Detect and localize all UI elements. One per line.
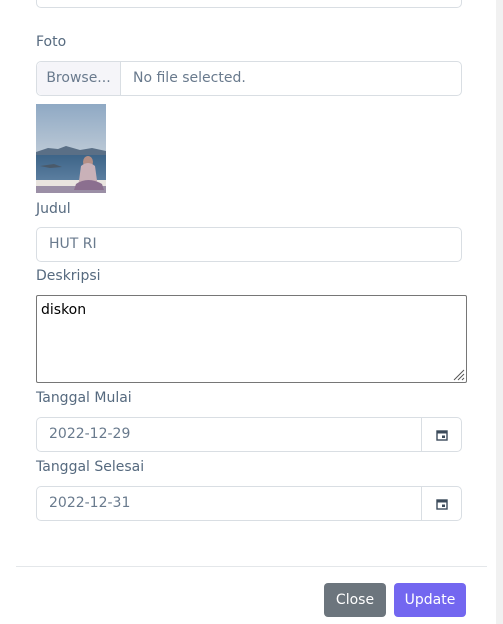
tanggal-selesai-input[interactable]: 2022-12-31 [36,486,462,521]
deskripsi-text: diskon [41,302,87,318]
modal-footer-divider [16,566,487,567]
previous-input-edge[interactable] [36,0,462,8]
judul-input[interactable]: HUT RI [36,227,462,262]
foto-file-input[interactable]: Browse... No file selected. [36,61,462,96]
foto-preview [36,104,106,193]
tanggal-mulai-value: 2022-12-29 [49,426,131,442]
update-button[interactable]: Update [394,583,466,617]
scrollbar[interactable] [496,0,503,624]
judul-label: Judul [36,201,71,217]
close-button[interactable]: Close [324,583,386,617]
file-status: No file selected. [133,70,246,86]
foto-label: Foto [36,34,67,50]
modal-body: Foto Browse... No file selected. Judul H… [0,0,503,566]
browse-button[interactable]: Browse... [37,62,121,95]
tanggal-mulai-input[interactable]: 2022-12-29 [36,417,462,452]
deskripsi-label: Deskripsi [36,268,101,284]
calendar-icon [435,429,448,441]
calendar-button-mulai[interactable] [421,418,461,451]
calendar-button-selesai[interactable] [421,487,461,520]
deskripsi-textarea[interactable]: diskon [36,295,467,383]
tanggal-mulai-label: Tanggal Mulai [36,390,132,406]
tanggal-selesai-label: Tanggal Selesai [36,459,145,475]
calendar-icon [435,498,448,510]
resize-grip-icon[interactable] [451,367,465,381]
tanggal-selesai-value: 2022-12-31 [49,495,131,511]
